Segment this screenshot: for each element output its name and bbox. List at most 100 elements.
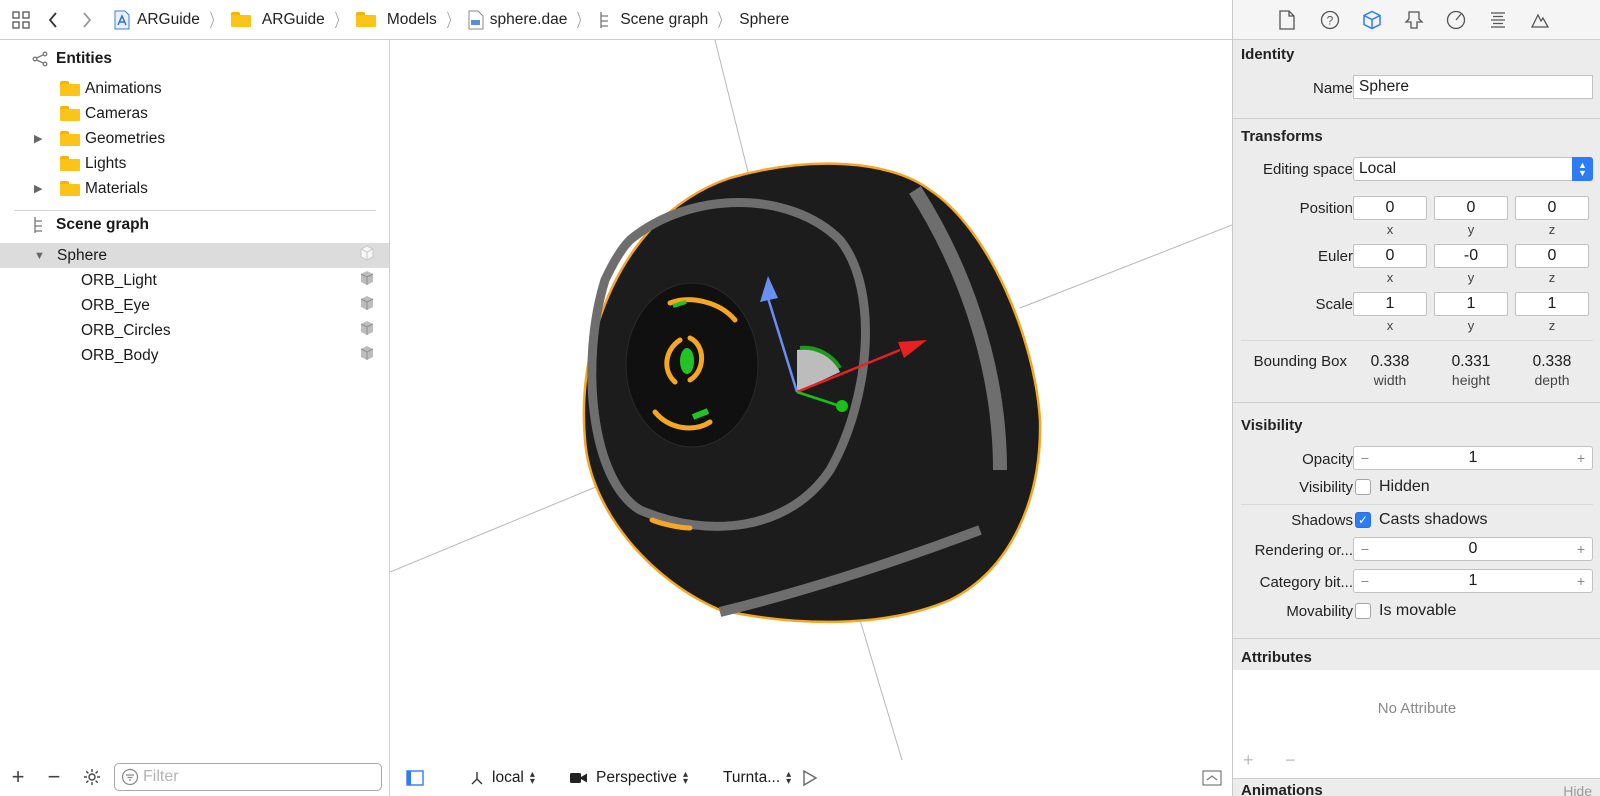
identity-section-title: Identity — [1241, 46, 1295, 63]
opacity-stepper[interactable]: − 1 + — [1353, 446, 1593, 470]
decrement-icon[interactable]: − — [1354, 541, 1376, 557]
increment-icon[interactable]: + — [1570, 450, 1592, 466]
breadcrumb-separator: 〉 — [717, 10, 729, 31]
entity-cameras[interactable]: Cameras — [0, 101, 389, 126]
attributes-inspector-icon[interactable] — [1402, 8, 1426, 32]
is-movable-label: Is movable — [1379, 602, 1457, 619]
inspector-panel: ? Identity Name Sphere Transforms Editin… — [1232, 0, 1600, 796]
breadcrumb-item-folder[interactable]: ARGuide — [230, 11, 325, 29]
file-icon[interactable] — [1275, 8, 1299, 32]
scale-y-field[interactable]: 1 — [1434, 292, 1508, 316]
breadcrumb-item-scene-graph[interactable]: Scene graph — [598, 11, 708, 29]
add-icon[interactable]: + — [1243, 750, 1254, 771]
hide-panel-icon[interactable] — [1202, 770, 1222, 786]
entity-materials[interactable]: ▶ Materials — [0, 176, 389, 201]
increment-icon[interactable]: + — [1570, 541, 1592, 557]
video-camera-icon — [570, 772, 588, 784]
entity-lights[interactable]: Lights — [0, 151, 389, 176]
dae-file-icon — [468, 10, 484, 30]
name-label: Name — [1312, 80, 1353, 97]
bbox-width-label: width — [1373, 372, 1407, 388]
axis-x-label: x — [1386, 318, 1394, 333]
space-selector[interactable]: local ▴ ▾ — [470, 769, 535, 787]
scene-render[interactable] — [390, 40, 1232, 760]
section-divider — [1233, 402, 1600, 403]
share-icon — [32, 51, 50, 67]
position-x-field[interactable]: 0 — [1353, 196, 1427, 220]
play-icon[interactable] — [802, 769, 818, 787]
folder-icon — [60, 131, 80, 146]
node-inspector-icon[interactable] — [1360, 8, 1384, 32]
folder-icon — [230, 12, 256, 27]
disclosure-right-icon[interactable]: ▶ — [34, 132, 46, 145]
sidebar-toggle-icon[interactable] — [406, 770, 424, 786]
node-orb-light[interactable]: ORB_Light — [0, 268, 389, 293]
euler-y-field[interactable]: -0 — [1434, 244, 1508, 268]
node-orb-eye[interactable]: ORB_Eye — [0, 293, 389, 318]
gear-icon[interactable] — [80, 765, 104, 789]
add-icon[interactable]: + — [6, 764, 30, 789]
section-divider — [1233, 118, 1600, 119]
axis-x-label: x — [1386, 222, 1394, 237]
entity-animations[interactable]: Animations — [0, 76, 389, 101]
remove-icon[interactable]: − — [42, 764, 66, 789]
breadcrumb-item-models[interactable]: Models — [355, 11, 437, 29]
hidden-label: Hidden — [1379, 478, 1430, 495]
position-y-field[interactable]: 0 — [1434, 196, 1508, 220]
node-cube-icon — [359, 295, 375, 316]
bbox-height-value: 0.331 — [1451, 353, 1491, 370]
casts-shadows-checkbox[interactable]: ✓ — [1355, 512, 1371, 528]
scale-z-field[interactable]: 1 — [1515, 292, 1589, 316]
navigation-bar: ARGuide 〉 ARGuide 〉 Models 〉 sphere.dae … — [0, 0, 1232, 40]
disclosure-right-icon[interactable]: ▶ — [34, 182, 46, 195]
forward-chevron-icon[interactable] — [75, 8, 99, 32]
scene-viewport[interactable] — [390, 40, 1232, 760]
attributes-section-title: Attributes — [1241, 649, 1312, 666]
material-inspector-icon[interactable] — [1444, 8, 1468, 32]
euler-x-field[interactable]: 0 — [1353, 244, 1427, 268]
movability-label: Movability — [1286, 603, 1353, 620]
editing-space-popup[interactable]: Local ▲ ▼ — [1353, 157, 1593, 181]
bbox-depth-label: depth — [1534, 372, 1570, 388]
filter-input[interactable] — [143, 768, 373, 786]
scene-graph-icon — [598, 11, 614, 29]
increment-icon[interactable]: + — [1570, 573, 1592, 589]
node-orb-circles[interactable]: ORB_Circles — [0, 318, 389, 343]
up-down-chevron-icon: ▴ ▾ — [786, 769, 792, 787]
physics-inspector-icon[interactable] — [1486, 8, 1510, 32]
filter-field[interactable] — [114, 763, 382, 791]
euler-z-field[interactable]: 0 — [1515, 244, 1589, 268]
node-orb-body[interactable]: ORB_Body — [0, 343, 389, 368]
node-sphere[interactable]: ▼ Sphere — [0, 243, 389, 268]
decrement-icon[interactable]: − — [1354, 573, 1376, 589]
breadcrumb-item-project[interactable]: ARGuide — [113, 10, 200, 30]
viewport-toolbar: local ▴ ▾ Perspective ▴ ▾ Turnta... ▴ ▾ — [390, 760, 1232, 796]
hide-animations-button[interactable]: Hide — [1563, 783, 1592, 796]
disclosure-down-icon[interactable]: ▼ — [34, 250, 46, 262]
help-icon[interactable]: ? — [1318, 8, 1342, 32]
scene-inspector-icon[interactable] — [1528, 8, 1552, 32]
related-items-icon[interactable] — [9, 8, 33, 32]
transforms-section-title: Transforms — [1241, 128, 1323, 145]
name-field[interactable]: Sphere — [1353, 75, 1593, 99]
sphere-model[interactable] — [582, 162, 1042, 624]
scale-x-field[interactable]: 1 — [1353, 292, 1427, 316]
position-z-field[interactable]: 0 — [1515, 196, 1589, 220]
category-bitmask-stepper[interactable]: − 1 + — [1353, 569, 1593, 593]
camera-selector[interactable]: Perspective ▴ ▾ — [570, 769, 688, 787]
rendering-order-stepper[interactable]: − 0 + — [1353, 537, 1593, 561]
hidden-checkbox[interactable] — [1355, 479, 1371, 495]
breadcrumb-item-file[interactable]: sphere.dae — [468, 10, 567, 30]
breadcrumb-item-sphere[interactable]: Sphere — [739, 11, 789, 29]
mode-selector[interactable]: Turnta... ▴ ▾ — [723, 769, 791, 787]
scene-graph-header: Scene graph — [32, 216, 149, 234]
decrement-icon[interactable]: − — [1354, 450, 1376, 466]
category-bitmask-label: Category bit... — [1259, 574, 1353, 591]
node-cube-icon — [359, 345, 375, 366]
is-movable-checkbox[interactable] — [1355, 603, 1371, 619]
entity-geometries[interactable]: ▶ Geometries — [0, 126, 389, 151]
back-chevron-icon[interactable] — [41, 8, 65, 32]
remove-icon[interactable]: − — [1285, 750, 1296, 771]
section-divider — [1233, 778, 1600, 779]
inspector-tabs: ? — [1233, 0, 1600, 40]
